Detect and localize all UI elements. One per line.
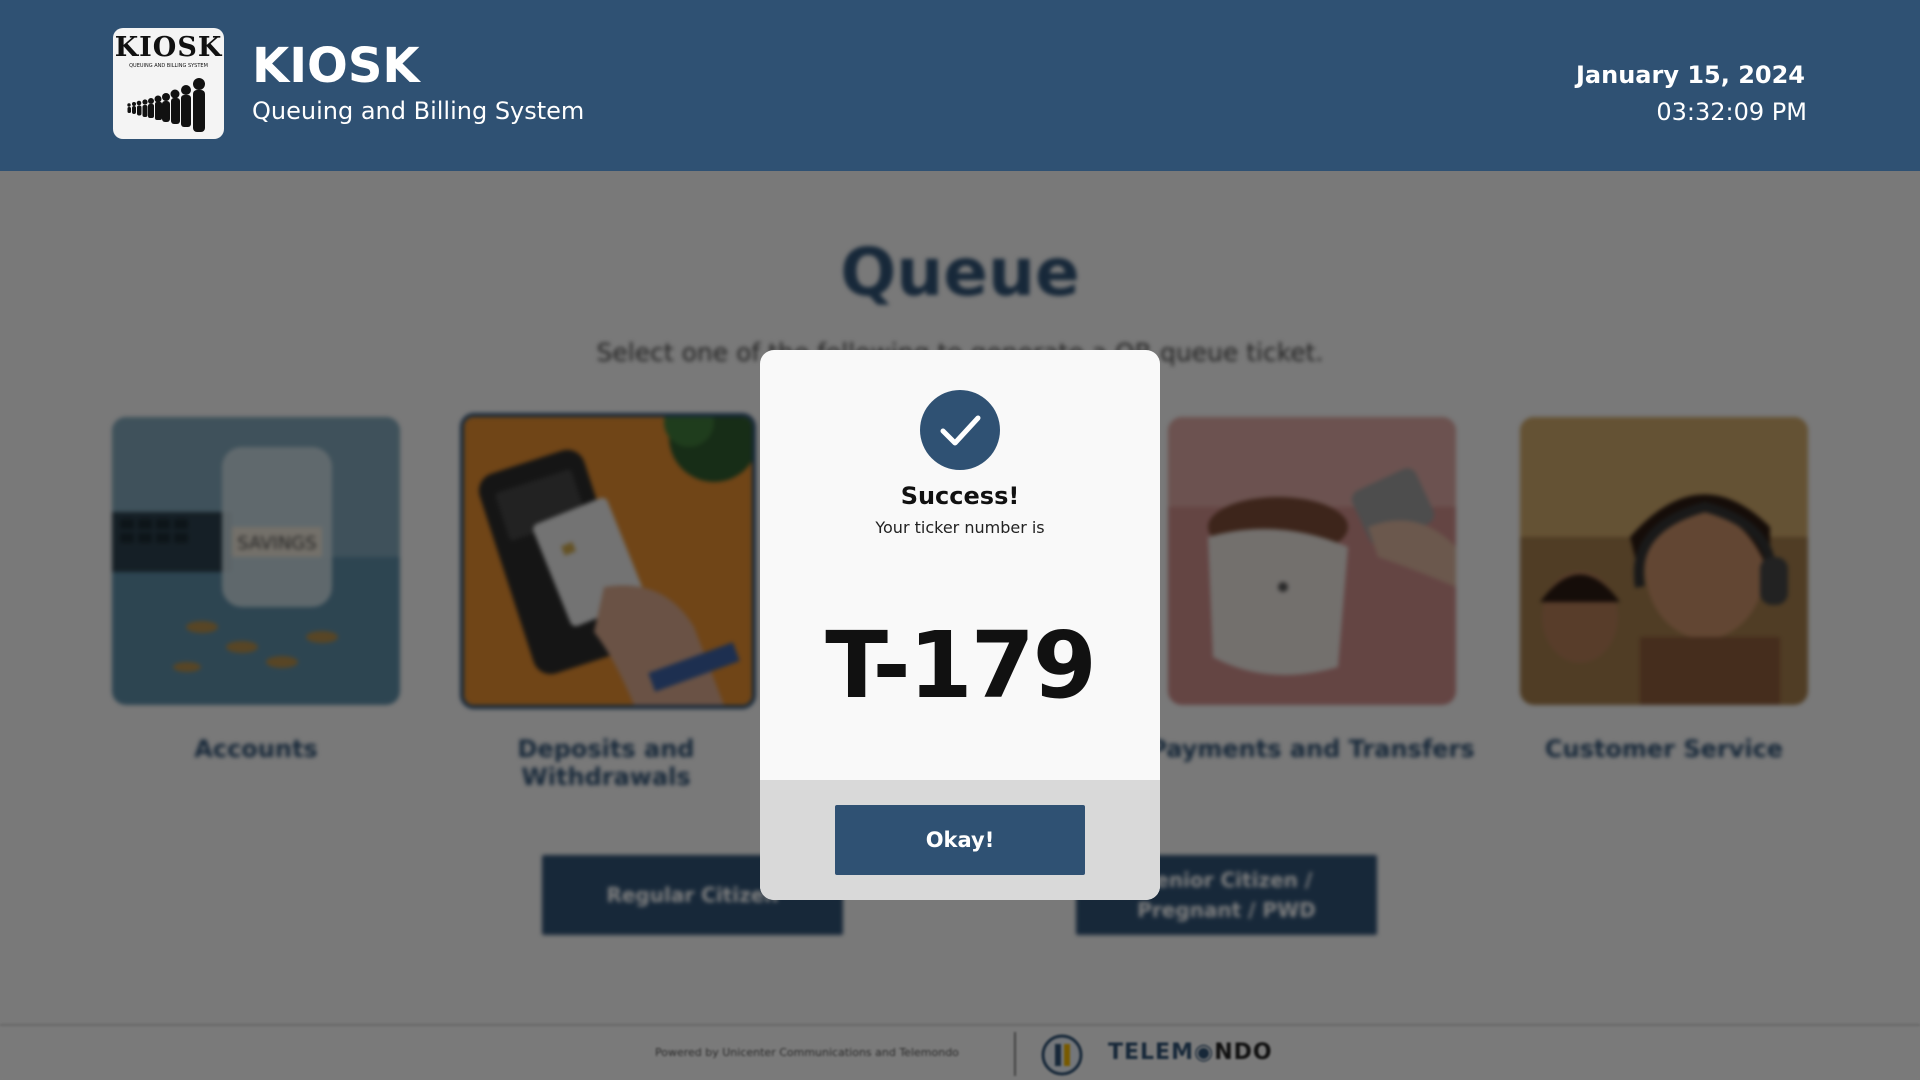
app-subtitle: Queuing and Billing System	[252, 97, 585, 125]
success-modal: Success! Your ticker number is T-179 Oka…	[760, 350, 1160, 900]
current-time: 03:32:09 PM	[1656, 98, 1807, 126]
ticket-number: T-179	[825, 612, 1096, 719]
okay-button[interactable]: Okay!	[835, 805, 1085, 875]
app-title: KIOSK	[252, 38, 420, 94]
kiosk-logo: KIOSK QUEUING AND BILLING SYSTEM	[113, 28, 224, 139]
current-date: January 15, 2024	[1576, 61, 1805, 89]
check-icon	[920, 390, 1000, 470]
modal-message: Your ticker number is	[875, 518, 1045, 537]
logo-text: KIOSK	[114, 32, 223, 63]
modal-footer: Okay!	[760, 780, 1160, 900]
app-header: KIOSK QUEUING AND BILLING SYSTEM KIOSK Q…	[0, 0, 1920, 171]
queue-people-icon	[127, 78, 205, 132]
modal-title: Success!	[900, 482, 1020, 510]
logo-subtext: QUEUING AND BILLING SYSTEM	[129, 63, 208, 69]
